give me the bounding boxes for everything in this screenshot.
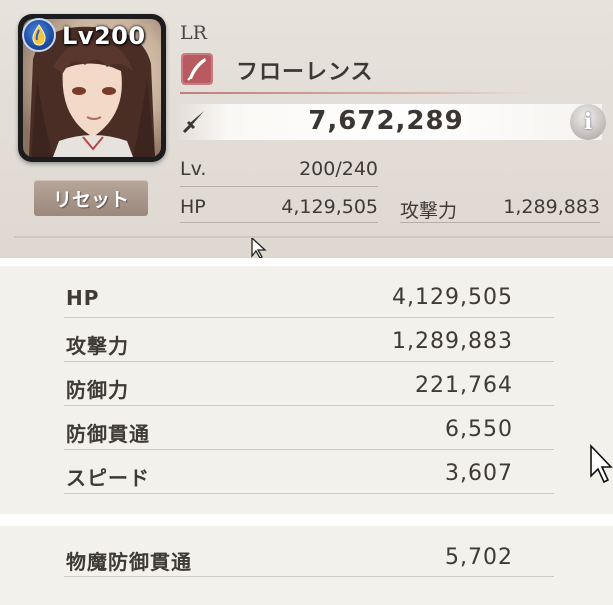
stat-atk-value: 1,289,883 [392,329,513,354]
summary-hp-value: 4,129,505 [281,196,378,218]
character-portrait[interactable]: Lv200 [18,14,166,162]
sword-icon [180,108,208,136]
water-drop-icon [22,18,56,52]
stat-divider [64,493,554,494]
level-value: 200/240 [299,158,378,180]
stat-hp-label: HP [66,286,100,310]
stat-divider [64,317,554,318]
summary-atk-label: 攻撃力 [400,200,458,222]
stat-speed-label: スピード [66,466,150,490]
name-underline [180,92,530,94]
feather-quill-icon [180,52,214,86]
hp-underline [180,222,378,223]
level-badge: Lv200 [62,22,146,50]
atk-underline [400,222,600,223]
stat-divider [64,576,554,577]
stat-divider [64,449,554,450]
cursor-icon [590,444,613,484]
summary-hp-label: HP [180,196,206,218]
stat-def-pen-value: 6,550 [445,417,513,442]
cursor-icon [251,236,267,258]
section-divider [0,258,613,266]
stat-divider [64,361,554,362]
stat-atk-label: 攻撃力 [66,334,129,358]
info-icon: i [583,109,593,135]
stat-speed-value: 3,607 [445,461,513,486]
stat-phys-mag-def-pen-value: 5,702 [445,545,513,570]
info-button[interactable]: i [570,104,606,140]
stat-def-label: 防御力 [66,378,129,402]
character-name: フローレンス [236,60,374,85]
level-label: Lv. [180,158,207,180]
stat-def-value: 221,764 [415,373,513,398]
stat-divider [64,405,554,406]
level-underline [180,186,378,187]
combat-power-value: 7,672,289 [308,106,464,136]
stat-def-pen-label: 防御貫通 [66,422,150,446]
stat-phys-mag-def-pen-label: 物魔防御貫通 [66,550,192,574]
character-header-panel: Lv200 リセット LR フローレンス 7,672,289 i Lv. 200… [0,0,613,258]
rarity-label: LR [180,22,207,44]
extra-stats-panel: 物魔防御貫通 5,702 [0,526,613,605]
stat-hp-value: 4,129,505 [392,285,513,310]
section-divider [0,514,613,526]
stats-panel: HP 4,129,505 攻撃力 1,289,883 防御力 221,764 防… [0,266,613,514]
summary-atk-value: 1,289,883 [503,196,600,218]
reset-button[interactable]: リセット [34,180,148,216]
